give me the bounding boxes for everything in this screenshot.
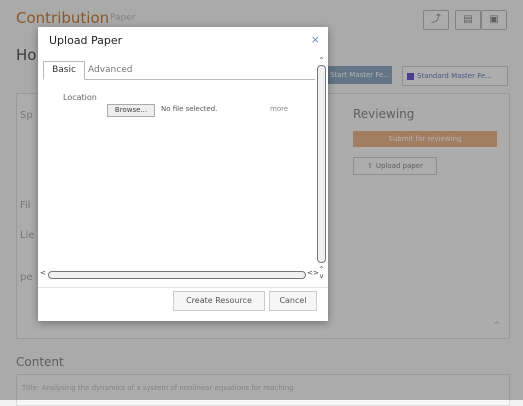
horizontal-scrollbar[interactable]: < < > (40, 269, 320, 280)
cancel-button[interactable]: Cancel (269, 291, 317, 311)
scroll-left-icon[interactable]: < (40, 269, 46, 277)
browse-button[interactable]: Browse... (107, 104, 155, 117)
more-link[interactable]: more (270, 105, 288, 113)
horizontal-scroll-thumb[interactable] (48, 271, 306, 279)
file-status: No file selected. (161, 105, 218, 113)
close-icon[interactable]: × (311, 33, 320, 46)
create-resource-button[interactable]: Create Resource (173, 291, 265, 311)
scroll-right-icon[interactable]: > (313, 269, 319, 277)
vertical-scroll-thumb[interactable] (317, 65, 326, 263)
upload-paper-dialog: Upload Paper × Basic Advanced Location B… (38, 27, 328, 321)
tab-advanced[interactable]: Advanced (88, 65, 132, 75)
scroll-left-icon[interactable]: < (307, 269, 313, 277)
vertical-scrollbar[interactable]: ^ ^ v (317, 56, 326, 280)
tab-basic[interactable]: Basic (43, 61, 85, 80)
dialog-footer-divider (38, 287, 328, 288)
location-label: Location (63, 93, 97, 102)
dialog-title: Upload Paper (49, 34, 123, 47)
